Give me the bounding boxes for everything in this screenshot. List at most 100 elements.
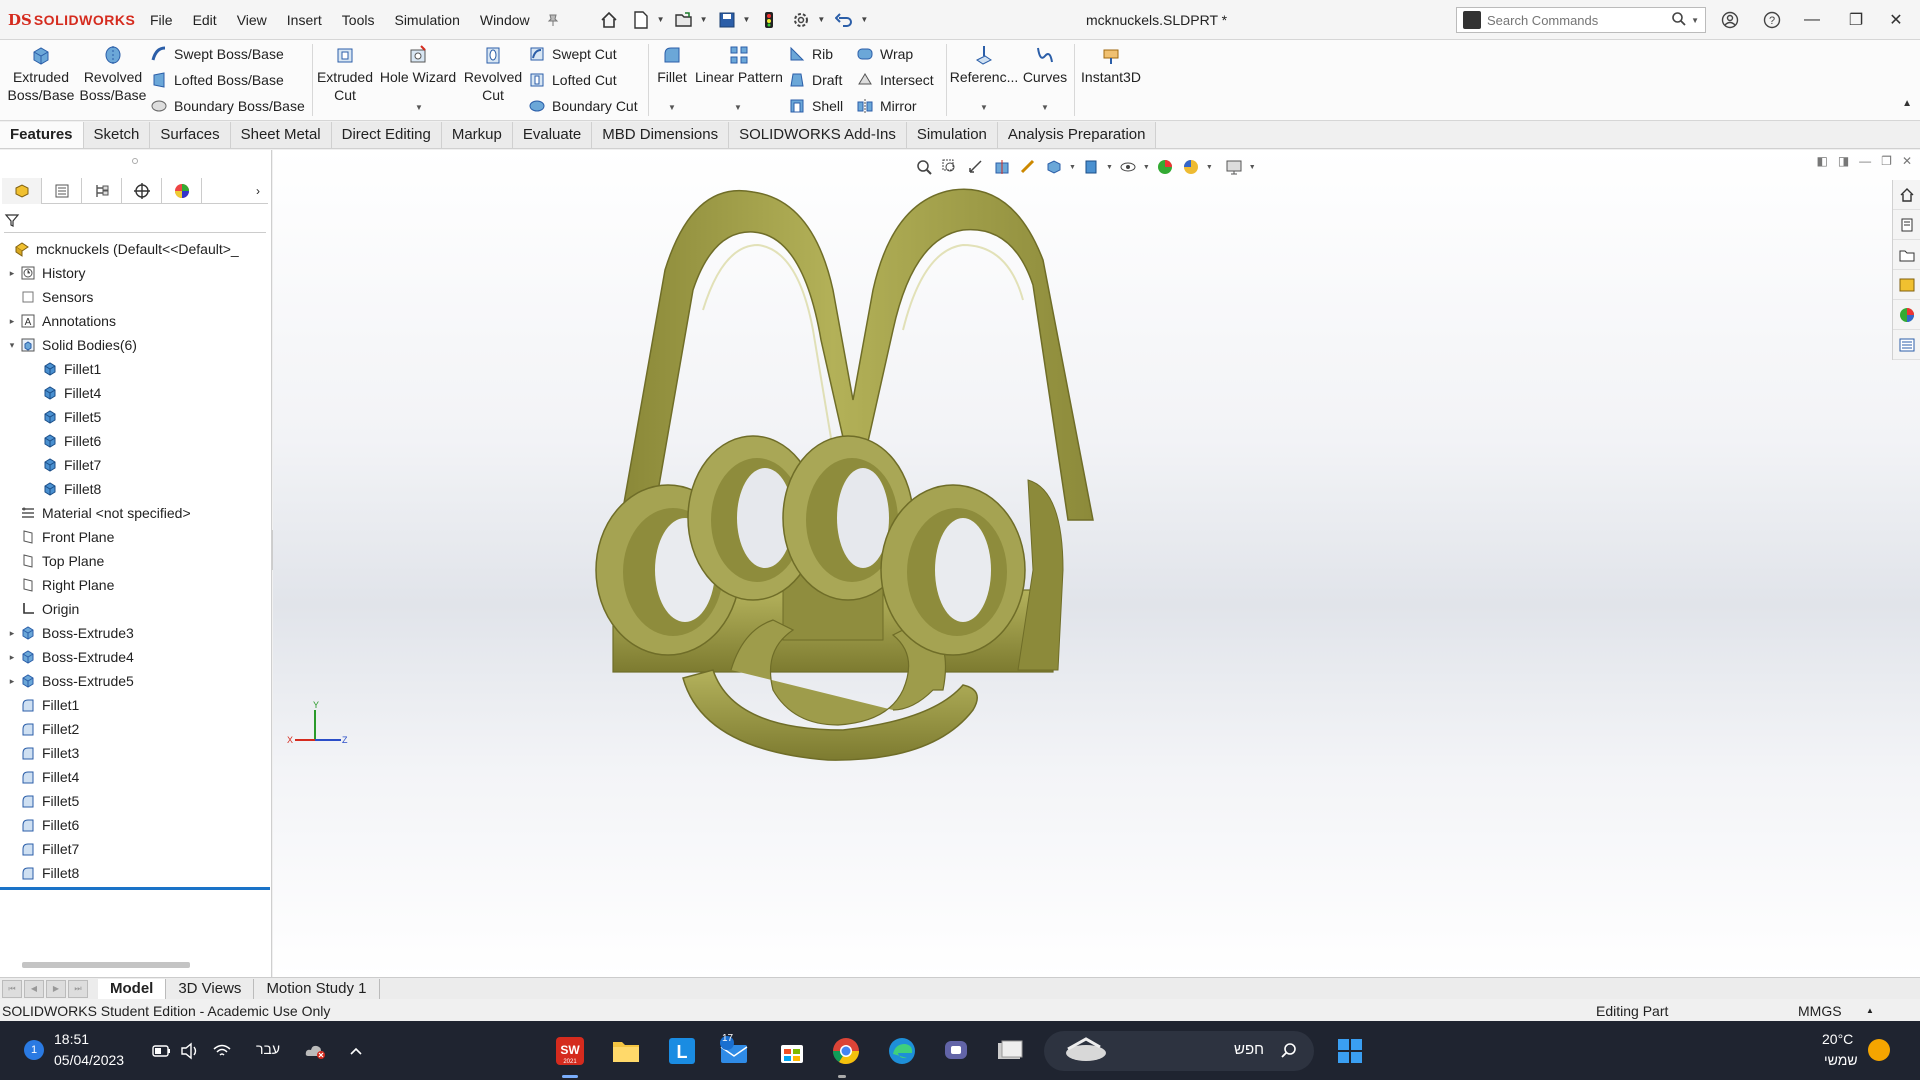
feature-tree-tab-icon[interactable] [2, 178, 42, 204]
menu-view[interactable]: View [227, 0, 277, 40]
tree-body-fillet4[interactable]: Fillet4 [0, 381, 272, 405]
lofted-boss-button[interactable]: Lofted Boss/Base [150, 70, 284, 90]
display-manager-tab-icon[interactable] [162, 178, 202, 204]
teams-chat-taskbar-icon[interactable] [936, 1031, 976, 1071]
collapse-ribbon-icon[interactable]: ▲ [1902, 98, 1912, 109]
lofted-cut-button[interactable]: Lofted Cut [528, 70, 617, 90]
reference-geometry-button[interactable]: Referenc... [950, 44, 1018, 86]
tree-item-front-plane[interactable]: Front Plane [0, 525, 272, 549]
tab-features[interactable]: Features [0, 122, 84, 148]
solidworks-logo[interactable]: DS SOLIDWORKS [0, 11, 140, 29]
curves-button[interactable]: Curves [1020, 44, 1070, 86]
tree-body-fillet7[interactable]: Fillet7 [0, 453, 272, 477]
restore-window-icon[interactable]: ❐ [1836, 0, 1876, 40]
draft-button[interactable]: Draft [788, 70, 842, 90]
clock-time[interactable]: 18:51 [54, 1031, 89, 1047]
tab-sketch[interactable]: Sketch [83, 122, 151, 148]
mirror-button[interactable]: Mirror [856, 96, 917, 116]
previous-tab-icon[interactable]: ◀ [24, 979, 44, 998]
tree-item-history[interactable]: ▸ History [0, 261, 272, 285]
tab-evaluate[interactable]: Evaluate [512, 122, 593, 148]
tree-item-fillet7[interactable]: Fillet7 [0, 837, 272, 861]
tab-simulation[interactable]: Simulation [906, 122, 998, 148]
configuration-manager-tab-icon[interactable] [82, 178, 122, 204]
tab-direct-editing[interactable]: Direct Editing [331, 122, 442, 148]
windows-start-icon[interactable] [1330, 1031, 1370, 1071]
chevron-down-icon[interactable]: ▼ [980, 103, 988, 112]
undo-icon[interactable] [831, 7, 857, 33]
traffic-light-icon[interactable] [756, 7, 782, 33]
tree-item-material[interactable]: Material <not specified> [0, 501, 272, 525]
chevron-down-icon[interactable]: ▼ [700, 15, 708, 24]
weather-description[interactable]: שמשי [1824, 1052, 1858, 1068]
chevron-down-icon[interactable]: ▼ [817, 15, 825, 24]
taskbar-search-box[interactable]: חפש [1044, 1031, 1314, 1071]
tab-3d-views[interactable]: 3D Views [166, 978, 255, 999]
tree-item-right-plane[interactable]: Right Plane [0, 573, 272, 597]
rollback-bar[interactable] [0, 887, 270, 890]
wifi-icon[interactable] [202, 1031, 242, 1071]
feature-tree-filter[interactable] [4, 207, 266, 233]
sun-weather-icon[interactable] [1868, 1039, 1890, 1061]
pin-icon[interactable] [540, 7, 566, 33]
chevron-down-icon[interactable]: ▼ [415, 103, 423, 112]
view-palette-icon[interactable] [1893, 270, 1920, 300]
user-account-icon[interactable] [1710, 0, 1750, 40]
expand-arrow-icon[interactable]: ▸ [6, 268, 18, 279]
linear-pattern-button[interactable]: Linear Pattern [694, 44, 784, 86]
tab-analysis-preparation[interactable]: Analysis Preparation [997, 122, 1157, 148]
expand-arrow-icon[interactable]: ▸ [6, 628, 18, 639]
window-app-taskbar-icon[interactable] [990, 1031, 1030, 1071]
menu-simulation[interactable]: Simulation [384, 0, 469, 40]
file-explorer-taskbar-icon[interactable] [606, 1031, 646, 1071]
home-icon[interactable] [596, 7, 622, 33]
mail-taskbar-icon[interactable]: 17 [714, 1031, 754, 1071]
extruded-boss-button[interactable]: Extruded Boss/Base [8, 44, 74, 104]
tab-motion-study-1[interactable]: Motion Study 1 [254, 978, 380, 999]
menu-insert[interactable]: Insert [277, 0, 332, 40]
onedrive-error-icon[interactable] [296, 1031, 336, 1071]
rib-button[interactable]: Rib [788, 44, 833, 64]
chevron-down-icon[interactable]: ▼ [1691, 16, 1699, 25]
search-icon[interactable] [1671, 11, 1687, 30]
expand-arrow-icon[interactable]: ▸ [6, 676, 18, 687]
clock-date[interactable]: 05/04/2023 [54, 1052, 124, 1068]
tree-item-fillet3[interactable]: Fillet3 [0, 741, 272, 765]
chevron-down-icon[interactable]: ▼ [1041, 103, 1049, 112]
boundary-boss-button[interactable]: Boundary Boss/Base [150, 96, 305, 116]
search-commands-box[interactable]: ▼ [1456, 7, 1706, 33]
tab-surfaces[interactable]: Surfaces [150, 122, 231, 148]
menu-window[interactable]: Window [470, 0, 540, 40]
open-folder-icon[interactable] [671, 7, 697, 33]
tree-item-boss-extrude4[interactable]: ▸ Boss-Extrude4 [0, 645, 272, 669]
graphics-area[interactable]: ▼ ▼ ▼ ▼ ▼ ◧ ◨ — ❐ ✕ Y Z X [273, 150, 1920, 977]
tab-model[interactable]: Model [98, 978, 167, 999]
dimxpert-tab-icon[interactable] [122, 178, 162, 204]
options-gear-icon[interactable] [788, 7, 814, 33]
menu-tools[interactable]: Tools [332, 0, 385, 40]
save-icon[interactable] [714, 7, 740, 33]
chevron-down-icon[interactable]: ▼ [734, 103, 742, 112]
3d-model-brass-knuckles[interactable] [273, 150, 1920, 977]
shell-button[interactable]: Shell [788, 96, 843, 116]
panel-handle-icon[interactable] [132, 158, 138, 164]
expand-arrow-icon[interactable]: ▸ [6, 316, 18, 327]
menu-file[interactable]: File [140, 0, 183, 40]
tree-body-fillet5[interactable]: Fillet5 [0, 405, 272, 429]
tab-mbd-dimensions[interactable]: MBD Dimensions [592, 122, 730, 148]
extruded-cut-button[interactable]: Extruded Cut [316, 44, 374, 104]
collapse-arrow-icon[interactable]: ▾ [6, 340, 18, 351]
tab-solidworks-add-ins[interactable]: SOLIDWORKS Add-Ins [729, 122, 907, 148]
tree-root-part[interactable]: mcknuckels (Default<<Default>_ [0, 237, 272, 261]
help-icon[interactable]: ? [1752, 0, 1792, 40]
intersect-button[interactable]: Intersect [856, 70, 934, 90]
chevron-down-icon[interactable]: ▼ [668, 103, 676, 112]
expand-arrow-icon[interactable]: ▸ [6, 652, 18, 663]
revolved-cut-button[interactable]: Revolved Cut [462, 44, 524, 104]
close-window-icon[interactable]: ✕ [1876, 0, 1916, 40]
edge-taskbar-icon[interactable] [882, 1031, 922, 1071]
tab-markup[interactable]: Markup [441, 122, 513, 148]
fillet-button[interactable]: Fillet [652, 44, 692, 86]
wrap-button[interactable]: Wrap [856, 44, 913, 64]
tree-body-fillet1[interactable]: Fillet1 [0, 357, 272, 381]
